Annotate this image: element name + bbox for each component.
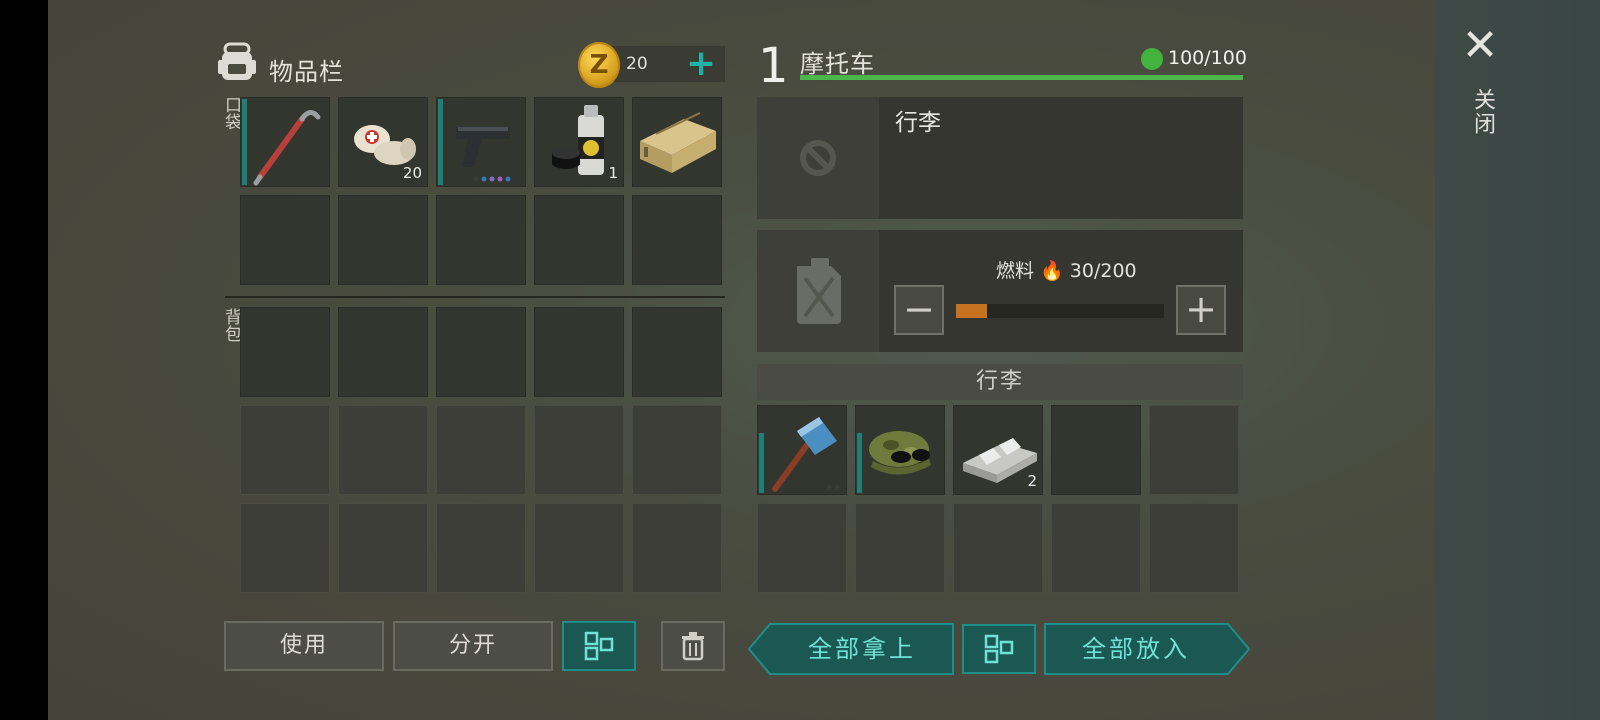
locked-slot <box>632 503 722 593</box>
sort-inventory-button[interactable] <box>562 621 636 671</box>
jerry-can-icon <box>797 258 841 324</box>
luggage-attachment-slot[interactable] <box>757 97 879 219</box>
close-label[interactable]: 关闭 <box>1466 88 1498 136</box>
locked-slot <box>436 405 526 495</box>
fuel-bar-fill <box>956 304 988 318</box>
locked-slot <box>338 405 428 495</box>
backpack-slot[interactable] <box>240 307 330 397</box>
camo-cap-sunglasses-icon <box>869 431 931 475</box>
pocket-slot-5[interactable] <box>632 97 722 187</box>
close-icon[interactable]: ✕ <box>1460 24 1500 68</box>
right-strip <box>1435 0 1600 720</box>
currency-count: 20 <box>626 54 648 74</box>
luggage-slot-1[interactable] <box>757 405 847 495</box>
luggage-slot[interactable] <box>855 503 945 593</box>
prohibited-icon <box>800 140 836 176</box>
pocket-slot-4[interactable]: 1 <box>534 97 624 187</box>
fuel-bar <box>956 304 1164 318</box>
locked-slot <box>436 503 526 593</box>
backpack-slot[interactable] <box>436 307 526 397</box>
section-divider <box>225 296 725 298</box>
luggage-title: 行李 <box>895 110 941 136</box>
luggage-slot-4[interactable] <box>1051 405 1141 495</box>
item-count: 2 <box>1027 472 1037 490</box>
pocket-slot-2[interactable]: 20 <box>338 97 428 187</box>
luggage-slot[interactable] <box>757 503 847 593</box>
item-count: 1 <box>608 164 618 182</box>
grid-sort-icon <box>584 631 614 661</box>
locked-slot <box>534 503 624 593</box>
pocket-slot-9[interactable] <box>534 195 624 285</box>
pocket-slot-8[interactable] <box>436 195 526 285</box>
split-button[interactable]: 分开 <box>393 621 553 671</box>
luggage-slot-5[interactable] <box>1149 405 1239 495</box>
wrench-icon <box>1141 48 1163 70</box>
fuel-label-row: 燃料 🔥 30/200 <box>996 256 1137 283</box>
add-currency-button[interactable]: + <box>686 44 716 84</box>
trash-icon <box>682 632 704 661</box>
backpack-icon <box>218 42 256 80</box>
locked-slot <box>338 503 428 593</box>
locked-slot <box>534 405 624 495</box>
fuel-label: 燃料 <box>996 260 1035 282</box>
locked-slot <box>632 405 722 495</box>
luggage-slot[interactable] <box>953 503 1043 593</box>
luggage-slot[interactable] <box>1149 503 1239 593</box>
pocket-slot-3[interactable] <box>436 97 526 187</box>
take-all-button[interactable]: 全部拿上 <box>770 624 954 674</box>
luggage-slot[interactable] <box>1051 503 1141 593</box>
fuel-value: 30/200 <box>1069 260 1137 282</box>
trash-button[interactable] <box>661 621 725 671</box>
coin-icon: Z <box>578 42 620 88</box>
crowbar-icon <box>253 110 321 186</box>
inventory-title: 物品栏 <box>269 58 344 86</box>
fuel-increase-button[interactable]: + <box>1176 285 1226 335</box>
locked-slot <box>240 503 330 593</box>
fuel-slot[interactable] <box>757 230 879 352</box>
locked-slot <box>240 405 330 495</box>
use-button[interactable]: 使用 <box>224 621 384 671</box>
pocket-slot-7[interactable] <box>338 195 428 285</box>
pocket-slot-10[interactable] <box>632 195 722 285</box>
fire-icon: 🔥 <box>1040 260 1064 282</box>
vehicle-name: 摩托车 <box>800 50 875 78</box>
luggage-slot-3[interactable]: 2 <box>953 405 1043 495</box>
put-all-button[interactable]: 全部放入 <box>1044 624 1228 674</box>
luggage-slot-2[interactable] <box>855 405 945 495</box>
sledgehammer-icon <box>772 417 840 492</box>
pocket-slot-6[interactable] <box>240 195 330 285</box>
pocket-slot-1[interactable] <box>240 97 330 187</box>
backpack-slot[interactable] <box>632 307 722 397</box>
backpack-slot[interactable] <box>338 307 428 397</box>
durability-bar <box>800 75 1243 80</box>
backpack-slot[interactable] <box>534 307 624 397</box>
sort-luggage-button[interactable] <box>962 624 1036 674</box>
wooden-crate-icon <box>640 112 716 173</box>
pistol-icon <box>456 127 511 182</box>
grid-sort-icon <box>984 634 1014 664</box>
luggage-header: 行李 <box>757 364 1243 400</box>
vehicle-durability: 100/100 <box>1168 47 1247 69</box>
vehicle-number: 1 <box>758 38 789 94</box>
item-count: 20 <box>402 164 422 182</box>
fuel-decrease-button[interactable]: − <box>894 285 944 335</box>
